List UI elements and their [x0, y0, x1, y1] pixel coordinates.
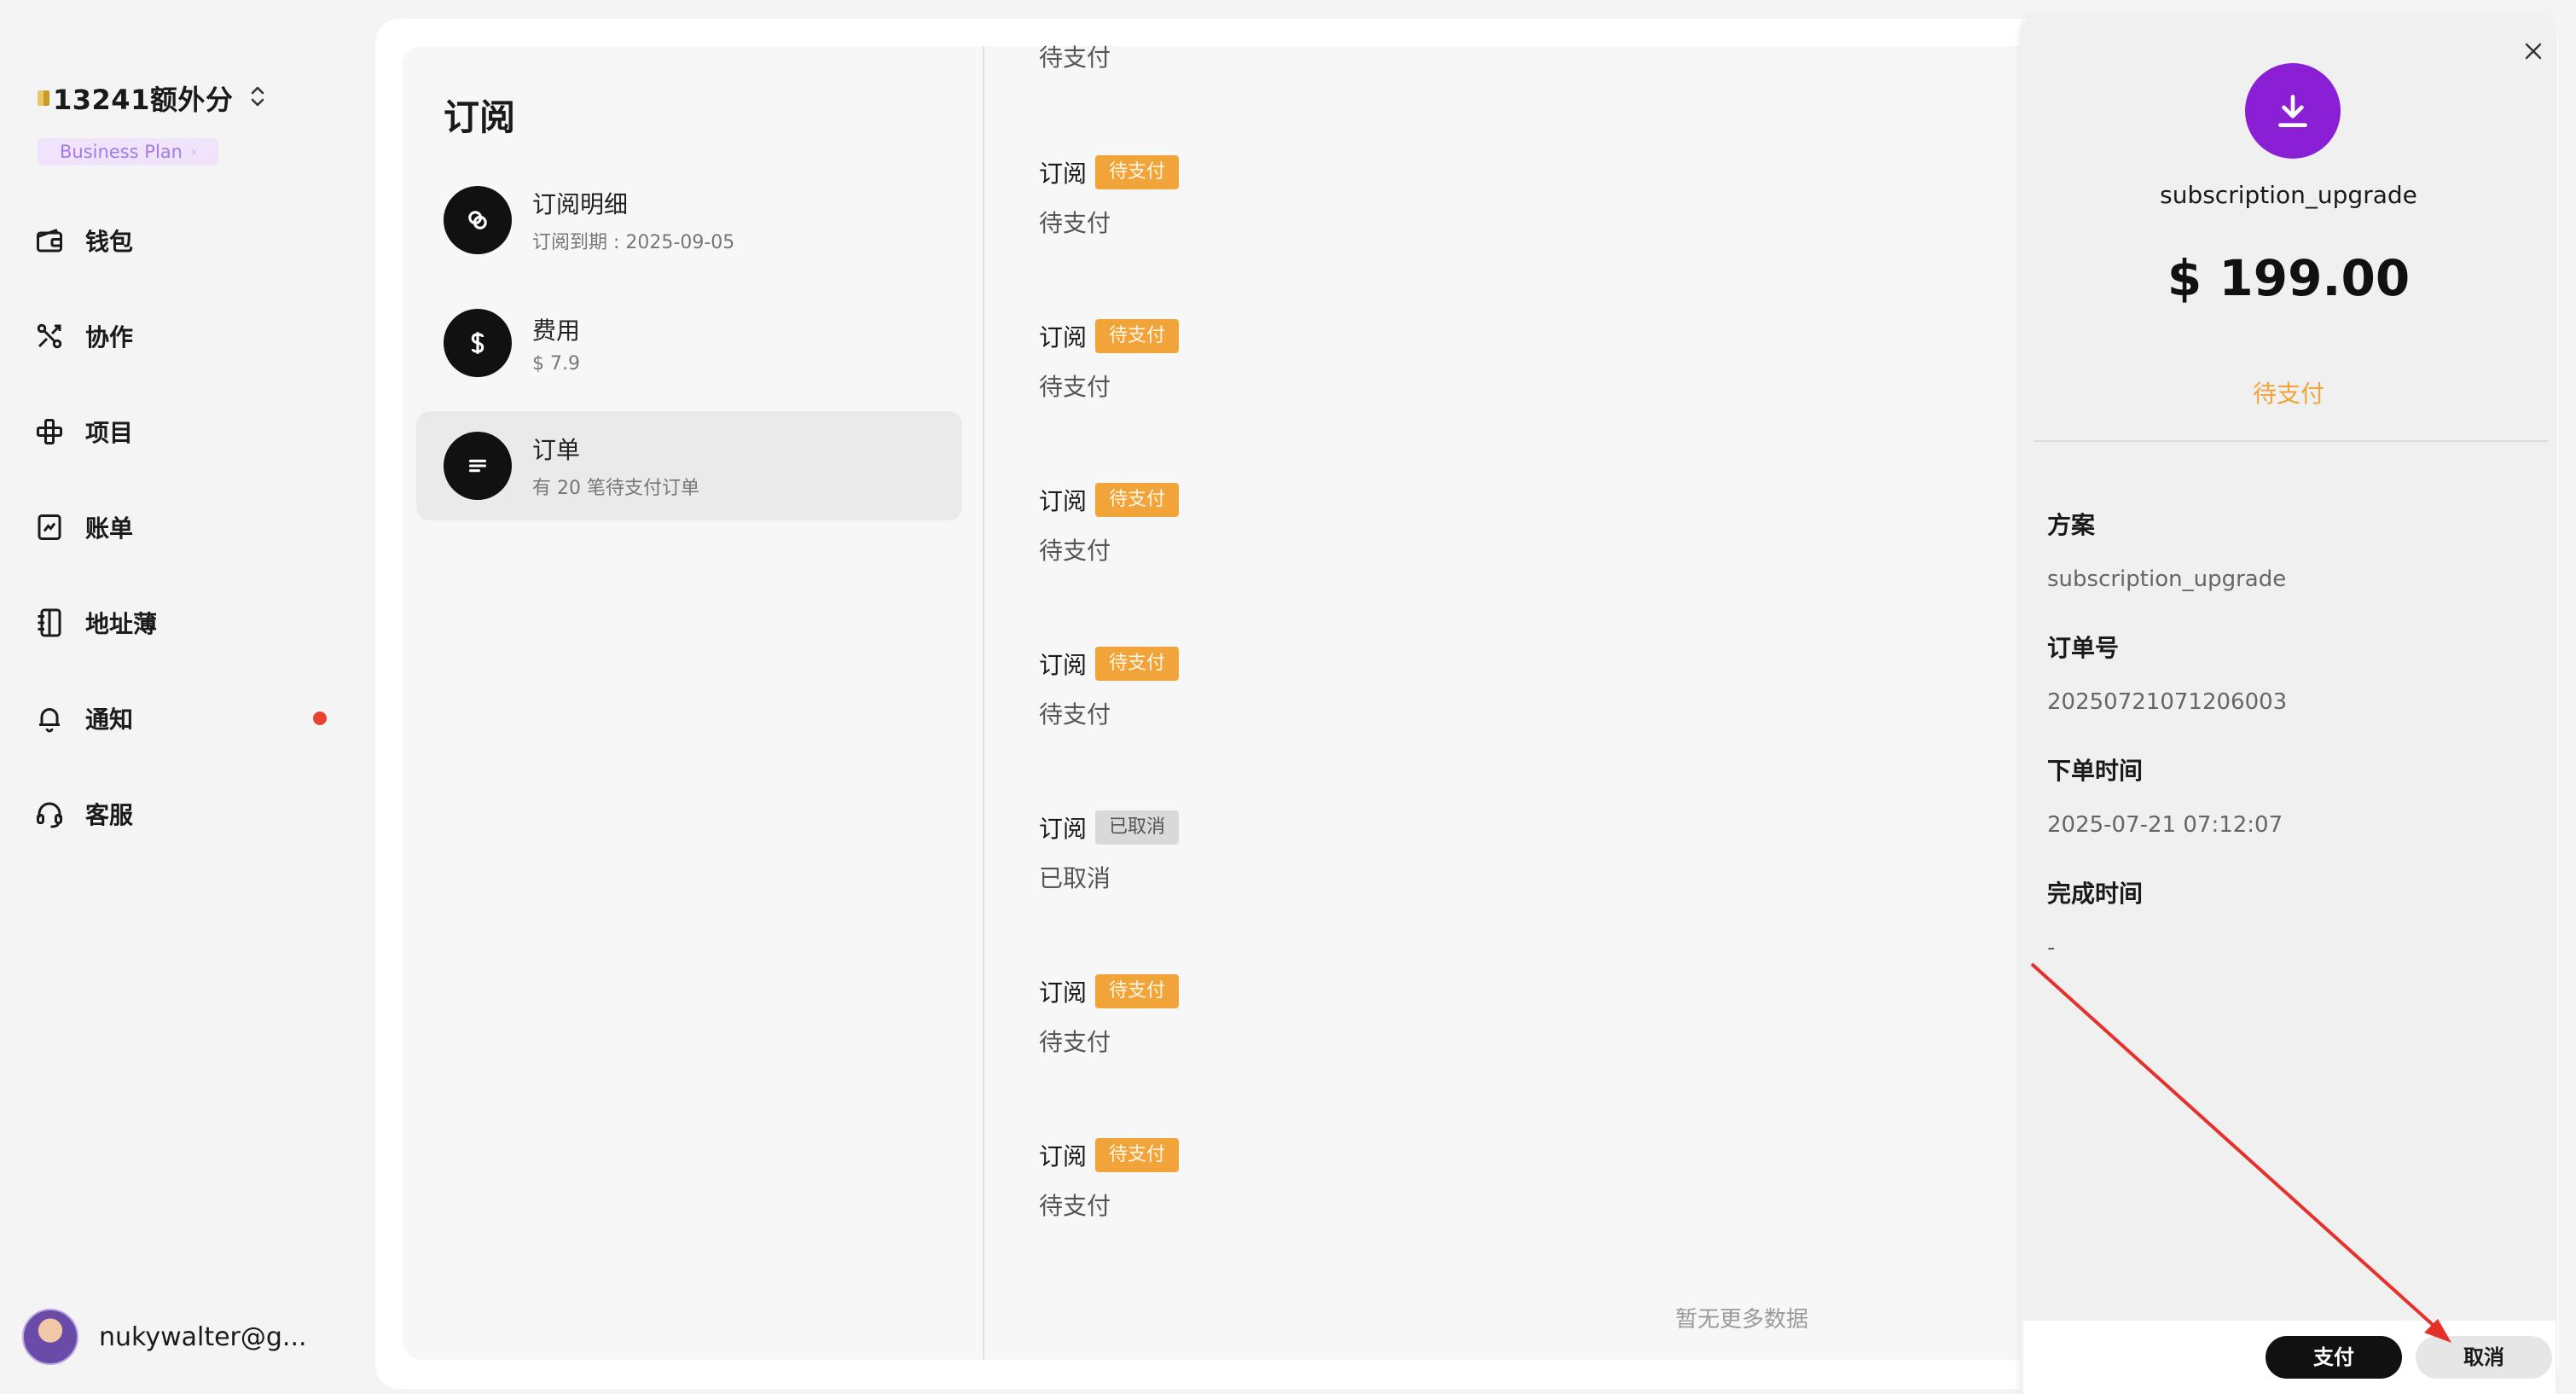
- sidebar-item-wallet[interactable]: 钱包: [34, 193, 341, 288]
- order-item[interactable]: 订阅 待支付 待支付: [1039, 155, 1180, 239]
- menu-item-title: 订阅明细: [532, 190, 629, 218]
- field-plan: 方案 subscription_upgrade: [2047, 507, 2286, 592]
- workspace-name: 13241额外分: [53, 84, 234, 116]
- menu-item-subtitle: 订阅到期 : 2025-09-05: [532, 232, 735, 253]
- headset-icon: [37, 802, 62, 828]
- collaborate-icon: [37, 323, 62, 349]
- field-value: 2025-07-21 07:12:07: [2047, 812, 2283, 838]
- order-title: 订阅: [1039, 323, 1088, 351]
- status-badge: 待支付: [1095, 974, 1180, 1008]
- order-status: 待支付: [1039, 1192, 1111, 1220]
- order-item[interactable]: 订阅 待支付 待支付: [1039, 319, 1180, 403]
- column-divider: [983, 46, 984, 1360]
- menu-item-title: 费用: [532, 316, 581, 345]
- address-book-icon: [38, 608, 61, 637]
- chevron-up-down-icon[interactable]: [248, 84, 267, 113]
- pay-button[interactable]: 支付: [2266, 1336, 2402, 1379]
- order-status: 待支付: [1039, 1028, 1111, 1056]
- sidebar-item-label: 通知: [85, 706, 134, 734]
- sidebar-item-label: 协作: [85, 323, 134, 351]
- field-label: 下单时间: [2047, 757, 2144, 785]
- status-badge: 待支付: [1095, 483, 1180, 517]
- order-title: 订阅: [1039, 487, 1088, 515]
- sidebar-item-notification[interactable]: 通知: [34, 671, 341, 766]
- order-status: 待支付: [1039, 209, 1111, 237]
- order-item[interactable]: 订阅 待支付 待支付: [1039, 1138, 1180, 1222]
- page-title: 订阅: [444, 96, 516, 138]
- sidebar-item-address-book[interactable]: 地址薄: [34, 575, 341, 671]
- field-complete-time: 完成时间 -: [2047, 875, 2143, 961]
- menu-item-subtitle: 有 20 笔待支付订单: [532, 478, 699, 499]
- order-amount: $ 199.00: [2167, 249, 2411, 307]
- user-email: nukywalter@g...: [99, 1321, 307, 1352]
- unread-dot: [313, 712, 327, 725]
- order-status: 待支付: [1039, 373, 1111, 401]
- sidebar-item-collaborate[interactable]: 协作: [34, 288, 341, 384]
- order-title: 订阅: [1039, 1142, 1088, 1170]
- field-label: 方案: [2047, 511, 2096, 539]
- close-icon[interactable]: [2516, 34, 2550, 68]
- order-item[interactable]: 订阅 已取消 已取消: [1039, 810, 1180, 894]
- order-item[interactable]: 订阅 待支付 待支付: [1039, 483, 1180, 566]
- field-value: 20250721071206003: [2047, 689, 2288, 715]
- no-more-data: 暂无更多数据: [1675, 1307, 1809, 1333]
- drawer-plan-name: subscription_upgrade: [2160, 181, 2417, 209]
- menu-item-subscription-detail[interactable]: 订阅明细 订阅到期 : 2025-09-05: [416, 166, 962, 275]
- sidebar-nav: 钱包 协作 项目 账单 地址薄 通知 客服: [34, 193, 341, 862]
- list-icon: [444, 432, 512, 500]
- menu-item-orders[interactable]: 订单 有 20 笔待支付订单: [416, 411, 962, 520]
- sidebar-item-label: 地址薄: [85, 610, 158, 638]
- download-icon: [2245, 63, 2341, 159]
- dollar-icon: [444, 309, 512, 377]
- order-status: 待支付: [1039, 700, 1111, 729]
- sidebar-item-label: 钱包: [85, 228, 134, 256]
- status-badge: 已取消: [1095, 810, 1180, 845]
- menu-item-fees[interactable]: 费用 $ 7.9: [416, 288, 962, 398]
- subscription-menu: 订阅明细 订阅到期 : 2025-09-05 费用 $ 7.9 订单 有 20 …: [416, 166, 962, 534]
- order-title: 订阅: [1039, 979, 1088, 1007]
- sidebar-item-support[interactable]: 客服: [34, 766, 341, 862]
- payment-status: 待支付: [2252, 380, 2324, 408]
- status-badge: 待支付: [1095, 647, 1180, 681]
- order-status: 待支付: [1039, 537, 1111, 565]
- order-title: 订阅: [1039, 815, 1088, 843]
- field-value: -: [2047, 935, 2056, 961]
- order-status-partial: 待支付: [1039, 44, 1111, 72]
- field-value: subscription_upgrade: [2047, 566, 2287, 592]
- link-icon: [444, 186, 512, 254]
- cancel-button[interactable]: 取消: [2416, 1336, 2552, 1379]
- status-badge: 待支付: [1095, 319, 1180, 353]
- status-badge: 待支付: [1095, 1138, 1180, 1172]
- project-icon: [37, 419, 62, 444]
- sidebar-item-project[interactable]: 项目: [34, 384, 341, 479]
- sidebar-item-bill[interactable]: 账单: [34, 479, 341, 575]
- sidebar: 13241额外分 Business Plan › 钱包 协作 项目 账单 地址薄: [0, 0, 358, 1394]
- plan-badge[interactable]: Business Plan ›: [38, 138, 219, 166]
- user-account[interactable]: nukywalter@g...: [22, 1309, 307, 1365]
- field-order-number: 订单号 20250721071206003: [2047, 630, 2287, 715]
- workspace-switcher[interactable]: 13241额外分: [38, 78, 267, 118]
- wallet-icon: [37, 229, 62, 253]
- chevron-right-icon: ›: [190, 143, 197, 160]
- plan-badge-label: Business Plan: [60, 142, 183, 162]
- field-label: 完成时间: [2047, 880, 2144, 908]
- divider: [2034, 440, 2549, 442]
- field-label: 订单号: [2047, 634, 2120, 662]
- bell-icon: [39, 708, 60, 733]
- avatar: [22, 1309, 78, 1365]
- order-status: 已取消: [1039, 864, 1111, 892]
- status-badge: 待支付: [1095, 155, 1180, 189]
- order-item[interactable]: 订阅 待支付 待支付: [1039, 647, 1180, 730]
- menu-item-subtitle: $ 7.9: [532, 352, 580, 375]
- menu-item-title: 订单: [532, 436, 581, 464]
- sidebar-item-label: 账单: [85, 514, 134, 543]
- bill-icon: [38, 514, 61, 540]
- order-title: 订阅: [1039, 651, 1088, 679]
- sidebar-item-label: 项目: [85, 419, 134, 447]
- order-title: 订阅: [1039, 160, 1088, 188]
- sidebar-item-label: 客服: [85, 801, 134, 829]
- workspace-logo-icon: [38, 90, 49, 106]
- order-item[interactable]: 订阅 待支付 待支付: [1039, 974, 1180, 1058]
- field-order-time: 下单时间 2025-07-21 07:12:07: [2047, 752, 2283, 838]
